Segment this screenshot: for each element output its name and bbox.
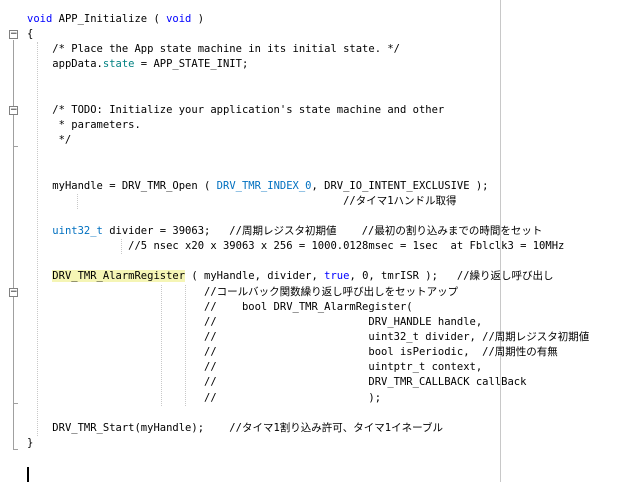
code-token: , DRV_IO_INTENT_EXCLUSIVE );: [311, 179, 489, 192]
code-token: // uintptr_t context,: [204, 361, 483, 374]
code-line[interactable]: /* TODO: Initialize your application's s…: [27, 103, 589, 118]
code-line[interactable]: uint32_t divider = 39063; //周期レジスタ初期値 //…: [27, 224, 589, 239]
code-token: ): [191, 13, 205, 25]
code-line[interactable]: myHandle = DRV_TMR_Open ( DRV_TMR_INDEX_…: [27, 179, 589, 194]
code-line[interactable]: // );: [27, 391, 589, 406]
indent-guide: [37, 42, 38, 437]
code-token: divider = 39063; //周期レジスタ初期値 //最初の割り込みまで…: [102, 224, 543, 237]
text-caret: [27, 467, 29, 482]
code-line[interactable]: [27, 73, 589, 88]
code-line[interactable]: //5 nsec x20 x 39063 x 256 = 1000.0128ms…: [27, 239, 589, 254]
code-token: }: [27, 436, 34, 449]
indent-guide: [161, 284, 162, 406]
code-token: state: [102, 58, 135, 71]
code-line[interactable]: }: [27, 436, 589, 451]
code-token: /* Place the App state machine in its in…: [52, 43, 400, 56]
code-token: /* TODO: Initialize your application's s…: [52, 103, 445, 116]
code-line[interactable]: appData.state = APP_STATE_INIT;: [27, 57, 589, 72]
code-token: //コールバック関数繰り返し呼び出しをセットアップ: [204, 285, 459, 298]
code-editor[interactable]: − − − void APP_Initialize ( void ){ /* Pla…: [0, 0, 640, 482]
code-line[interactable]: DRV_TMR_AlarmRegister ( myHandle, divide…: [27, 269, 589, 284]
code-line[interactable]: [27, 163, 589, 178]
highlighted-identifier: DRV_TMR_AlarmRegister: [52, 270, 186, 283]
code-token: * parameters.: [58, 118, 141, 131]
code-token: APP_Initialize (: [52, 13, 167, 25]
code-line[interactable]: [27, 148, 589, 163]
fold-range-line: [13, 297, 14, 404]
fold-toggle-icon[interactable]: −: [9, 105, 18, 115]
code-token: //5 nsec x20 x 39063 x 256 = 1000.0128ms…: [128, 240, 565, 253]
code-line[interactable]: * parameters.: [27, 118, 589, 133]
indent-guide: [185, 284, 186, 406]
code-token: //タイマ1ハンドル取得: [343, 194, 457, 207]
code-line[interactable]: [27, 254, 589, 269]
code-token: */: [58, 134, 72, 147]
code-token: DRV_TMR_INDEX_0: [216, 179, 312, 192]
code-token: {: [27, 28, 34, 41]
code-line[interactable]: // DRV_TMR_CALLBACK callBack: [27, 375, 589, 390]
code-token: = APP_STATE_INIT;: [134, 58, 249, 71]
code-line[interactable]: // DRV_HANDLE handle,: [27, 315, 589, 330]
code-line[interactable]: // bool DRV_TMR_AlarmRegister(: [27, 300, 589, 315]
fold-toggle-icon[interactable]: −: [9, 287, 18, 297]
code-line[interactable]: [27, 209, 589, 224]
code-line[interactable]: {: [27, 27, 589, 42]
code-token: // uint32_t divider, //周期レジスタ初期値: [204, 330, 590, 343]
code-token: , 0, tmrISR ); //繰り返し呼び出し: [349, 270, 554, 283]
code-area[interactable]: void APP_Initialize ( void ){ /* Place t…: [27, 12, 589, 451]
code-line[interactable]: // uintptr_t context,: [27, 360, 589, 375]
code-line[interactable]: //コールバック関数繰り返し呼び出しをセットアップ: [27, 285, 589, 300]
fold-range-line: [13, 115, 14, 146]
code-line[interactable]: // bool isPeriodic, //周期性の有無: [27, 345, 589, 360]
fold-gutter: − − −: [0, 0, 22, 482]
code-token: // bool DRV_TMR_AlarmRegister(: [204, 300, 413, 313]
code-line[interactable]: // uint32_t divider, //周期レジスタ初期値: [27, 330, 589, 345]
code-line[interactable]: [27, 88, 589, 103]
fold-range-end: [13, 448, 18, 450]
code-token: true: [324, 270, 350, 283]
code-token: // );: [204, 391, 382, 404]
code-token: appData.: [52, 58, 103, 71]
code-token: void: [27, 13, 53, 25]
code-line[interactable]: DRV_TMR_Start(myHandle); //タイマ1割り込み許可、タイ…: [27, 421, 589, 436]
code-token: DRV_TMR_Start(myHandle); //タイマ1割り込み許可、タイ…: [52, 421, 443, 434]
fold-toggle-icon[interactable]: −: [9, 30, 18, 40]
code-token: // DRV_HANDLE handle,: [204, 315, 483, 328]
code-line[interactable]: */: [27, 133, 589, 148]
code-token: void: [166, 13, 192, 25]
fold-range-end: [13, 145, 18, 147]
code-token: uint32_t: [52, 224, 103, 237]
code-token: myHandle = DRV_TMR_Open (: [52, 179, 217, 192]
code-line[interactable]: void APP_Initialize ( void ): [27, 12, 589, 27]
indent-guide: [77, 193, 78, 209]
indent-guide: [121, 239, 122, 255]
code-line[interactable]: /* Place the App state machine in its in…: [27, 42, 589, 57]
code-token: // DRV_TMR_CALLBACK callBack: [204, 376, 527, 389]
code-token: // bool isPeriodic, //周期性の有無: [204, 346, 558, 359]
fold-range-end: [13, 403, 18, 405]
code-token: ( myHandle, divider,: [185, 270, 325, 283]
code-line[interactable]: //タイマ1ハンドル取得: [27, 194, 589, 209]
code-line[interactable]: [27, 406, 589, 421]
